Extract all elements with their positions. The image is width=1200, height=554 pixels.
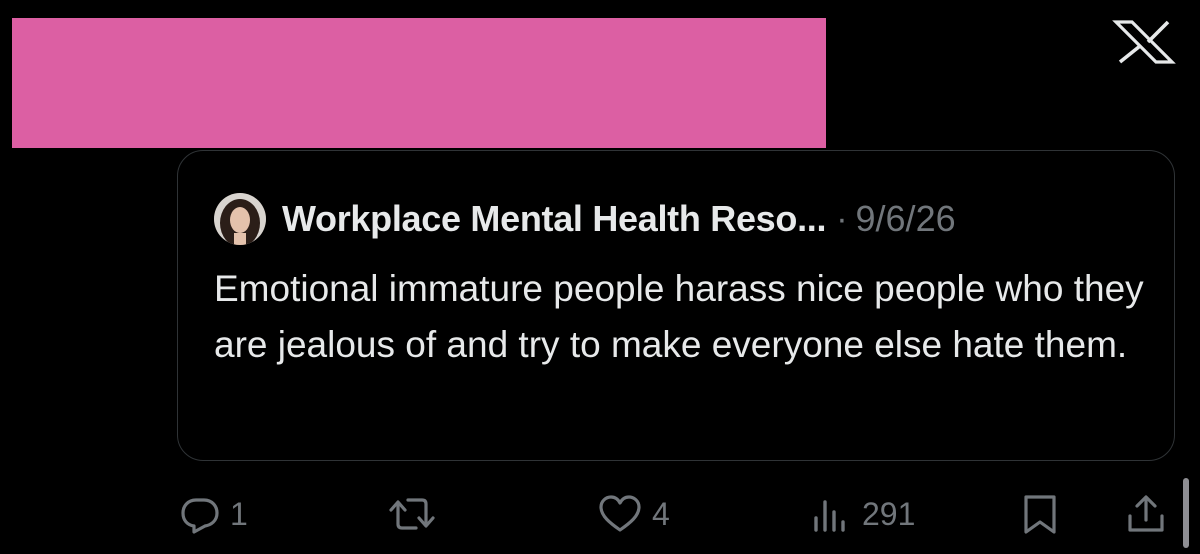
- views-icon: [810, 492, 854, 536]
- scrollbar[interactable]: [1183, 478, 1189, 548]
- repost-icon: [388, 492, 436, 536]
- like-count: 4: [652, 495, 670, 532]
- quoted-post-text: Emotional immature people harass nice pe…: [214, 268, 1144, 365]
- share-icon: [1124, 492, 1168, 536]
- redacted-post-content: [12, 18, 826, 148]
- bookmark-icon: [1018, 492, 1062, 536]
- reply-button[interactable]: 1: [178, 486, 248, 542]
- heart-icon: [596, 492, 644, 536]
- quoted-author-name[interactable]: Workplace Mental Health Reso...: [282, 198, 826, 240]
- views-count: 291: [862, 495, 916, 532]
- quoted-post-card[interactable]: Workplace Mental Health Reso... · 9/6/26…: [177, 150, 1175, 461]
- reply-icon: [178, 492, 222, 536]
- repost-button[interactable]: [388, 486, 444, 542]
- action-bar: 1 4 291: [0, 486, 1200, 542]
- x-logo-icon: [1112, 18, 1176, 66]
- quoted-post-header: Workplace Mental Health Reso... · 9/6/26: [214, 193, 956, 245]
- bookmark-button[interactable]: [1018, 486, 1062, 542]
- avatar[interactable]: [214, 193, 266, 245]
- views-button[interactable]: 291: [810, 486, 915, 542]
- share-button[interactable]: [1124, 486, 1168, 542]
- quoted-post-date[interactable]: 9/6/26: [856, 198, 956, 240]
- reply-count: 1: [230, 495, 248, 532]
- separator-dot: ·: [836, 199, 848, 238]
- like-button[interactable]: 4: [596, 486, 670, 542]
